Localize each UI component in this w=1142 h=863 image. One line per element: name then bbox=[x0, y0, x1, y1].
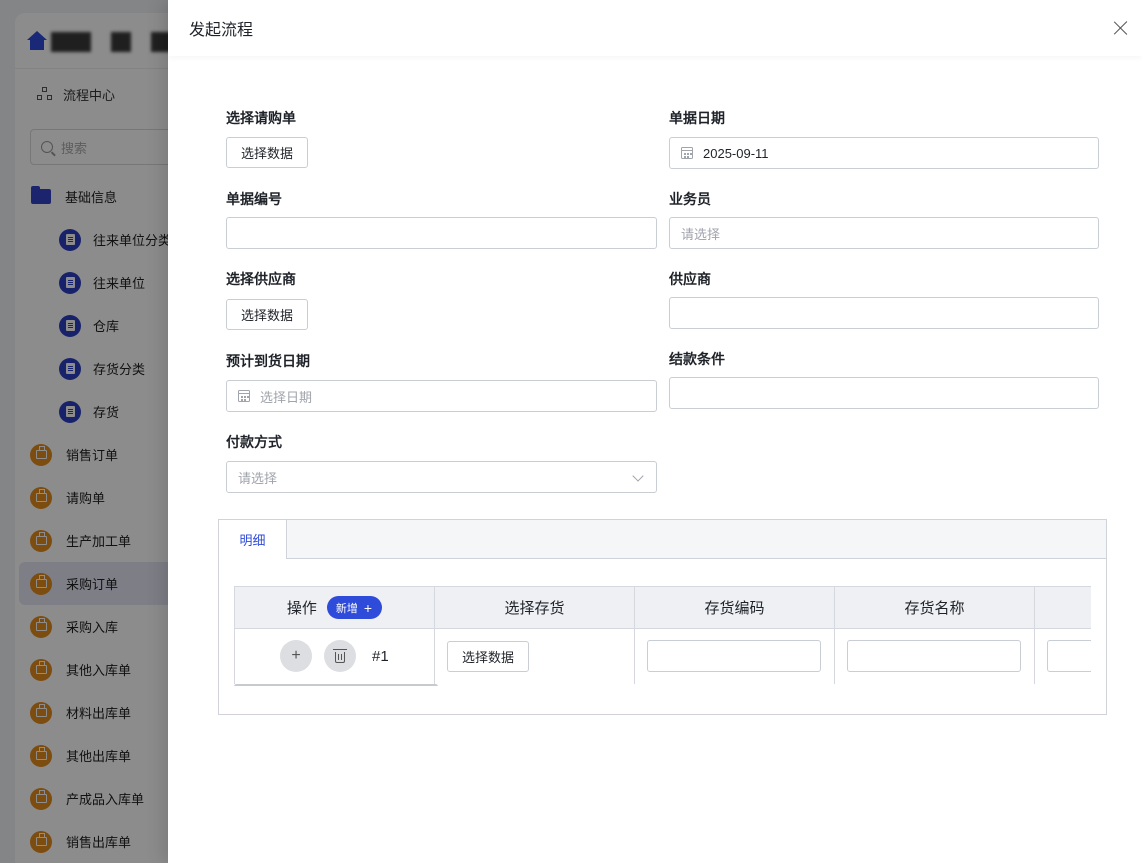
payment-method-placeholder: 请选择 bbox=[238, 470, 278, 486]
doc-number-input[interactable] bbox=[226, 217, 657, 249]
stock-name-input[interactable] bbox=[847, 640, 1021, 672]
supplier-input[interactable] bbox=[669, 297, 1099, 329]
doc-number-field: 单据编号 bbox=[226, 189, 282, 209]
column-header-stock-code: 存货编码 bbox=[634, 586, 835, 629]
expected-date-field: 预计到货日期 bbox=[226, 351, 310, 371]
table-cell-stock-name bbox=[834, 628, 1035, 684]
table-cell-stock-code bbox=[634, 628, 835, 684]
expected-date-picker[interactable]: 选择日期 bbox=[226, 380, 657, 412]
select-stock-button[interactable]: 选择数据 bbox=[447, 640, 530, 672]
doc-date-field: 单据日期 bbox=[669, 108, 725, 128]
field-label: 业务员 bbox=[669, 191, 711, 207]
drawer-header: 发起流程 bbox=[168, 0, 1142, 56]
expected-date-placeholder: 选择日期 bbox=[260, 389, 313, 405]
horizontal-scrollbar[interactable] bbox=[234, 684, 438, 686]
row-index: #1 bbox=[372, 647, 389, 665]
column-header-more bbox=[1034, 586, 1091, 629]
column-header-label: 存货编码 bbox=[704, 600, 765, 617]
payment-method-field: 付款方式 bbox=[226, 432, 282, 452]
column-header-stock-name: 存货名称 bbox=[834, 586, 1035, 629]
field-label: 供应商 bbox=[669, 271, 711, 287]
salesperson-field: 业务员 bbox=[669, 189, 711, 209]
field-label: 选择供应商 bbox=[226, 271, 296, 287]
column-header-label: 存货名称 bbox=[904, 600, 965, 617]
select-supplier-field: 选择供应商 bbox=[226, 269, 296, 289]
close-icon[interactable] bbox=[1114, 21, 1128, 35]
delete-row-button[interactable] bbox=[324, 640, 356, 672]
salesperson-select[interactable]: 请选择 bbox=[669, 217, 1099, 249]
table-row-actions: + #1 bbox=[234, 628, 435, 684]
payment-method-select[interactable]: 请选择 bbox=[226, 461, 657, 493]
column-header-label: 选择存货 bbox=[504, 600, 565, 617]
detail-tabs: 明细 bbox=[219, 520, 1106, 559]
column-header-select-stock: 选择存货 bbox=[434, 586, 635, 629]
salesperson-placeholder: 请选择 bbox=[681, 226, 721, 242]
calendar-icon bbox=[681, 147, 693, 159]
detail-section: 明细 操作 新增 + 选择存货 存货编码 存货名称 + #1 选择数据 bbox=[218, 519, 1107, 715]
plus-icon: + bbox=[363, 599, 373, 616]
select-purchase-request-button[interactable]: 选择数据 bbox=[226, 137, 309, 168]
table-cell-more bbox=[1034, 628, 1091, 684]
supplier-field: 供应商 bbox=[669, 269, 711, 289]
field-label: 选择请购单 bbox=[226, 110, 296, 126]
calendar-icon bbox=[238, 390, 250, 402]
select-supplier-button[interactable]: 选择数据 bbox=[226, 299, 309, 330]
add-row-button[interactable]: 新增 + bbox=[326, 596, 383, 619]
start-process-drawer: 发起流程 选择请购单 选择数据 单据编号 选择供应商 选择数据 预计到货日期 选… bbox=[168, 0, 1142, 863]
trash-icon bbox=[333, 649, 347, 663]
field-label: 预计到货日期 bbox=[226, 353, 310, 369]
purchase-request-field: 选择请购单 bbox=[226, 108, 296, 128]
doc-date-picker[interactable]: 2025-09-11 bbox=[669, 137, 1099, 169]
field-label: 付款方式 bbox=[226, 434, 282, 450]
add-row-icon[interactable]: + bbox=[280, 640, 312, 672]
field-label: 单据日期 bbox=[669, 110, 725, 126]
add-row-label: 新增 bbox=[335, 602, 358, 615]
field-label: 结款条件 bbox=[669, 351, 725, 367]
column-header-label: 操作 bbox=[286, 600, 317, 617]
column-header-actions: 操作 新增 + bbox=[234, 586, 435, 629]
tab-detail[interactable]: 明细 bbox=[219, 520, 287, 559]
drawer-title: 发起流程 bbox=[189, 22, 254, 39]
doc-date-value: 2025-09-11 bbox=[703, 145, 769, 161]
more-input[interactable] bbox=[1047, 640, 1091, 672]
chevron-down-icon bbox=[632, 470, 644, 482]
detail-table: 操作 新增 + 选择存货 存货编码 存货名称 + #1 选择数据 bbox=[234, 586, 1091, 686]
table-cell-select-stock: 选择数据 bbox=[434, 628, 635, 684]
settlement-terms-field: 结款条件 bbox=[669, 349, 725, 369]
stock-code-input[interactable] bbox=[647, 640, 821, 672]
field-label: 单据编号 bbox=[226, 191, 282, 207]
settlement-terms-input[interactable] bbox=[669, 377, 1099, 409]
